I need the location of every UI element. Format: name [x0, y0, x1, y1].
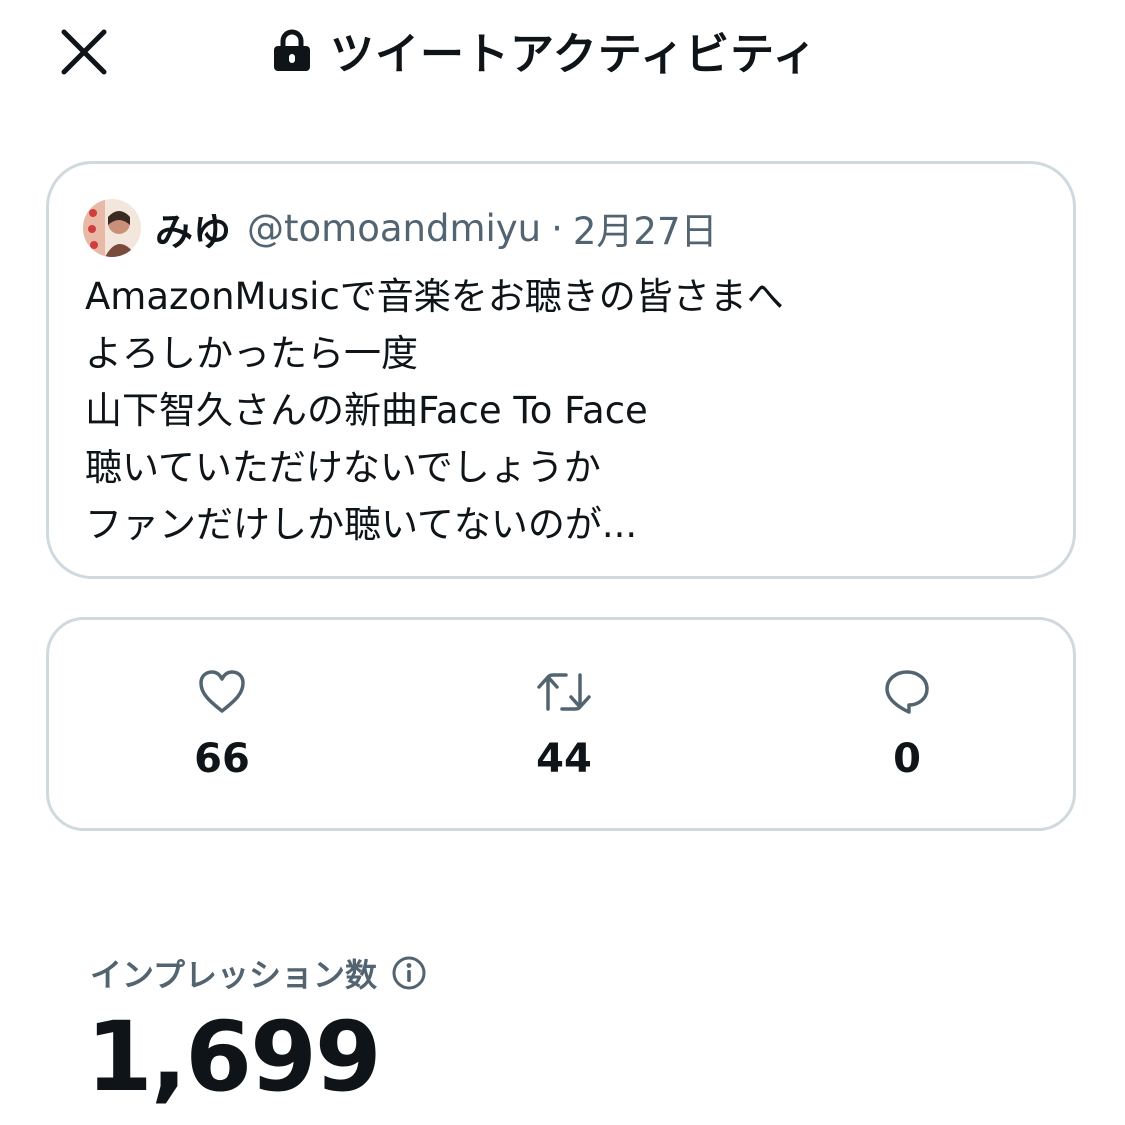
impressions-count: 1,699: [86, 1001, 382, 1113]
header: ツイートアクティビティ: [0, 0, 1125, 110]
retweets-stat[interactable]: 44: [464, 668, 664, 782]
page-title: ツイートアクティビティ: [330, 29, 818, 80]
close-icon: [61, 29, 107, 75]
impressions-label: インプレッション数: [90, 956, 378, 994]
replies-stat[interactable]: 0: [807, 668, 1007, 782]
tweet-card[interactable]: みゆ @tomoandmiyu · 2月27日 AmazonMusicで音楽をお…: [46, 161, 1076, 579]
tweet-line: よろしかったら一度: [85, 332, 418, 375]
close-button[interactable]: [52, 20, 116, 84]
author-handle[interactable]: @tomoandmiyu: [247, 207, 541, 250]
tweet-line: 聴いていただけないでしょうか: [85, 446, 601, 489]
reply-icon: [885, 670, 929, 714]
tweet-header: みゆ @tomoandmiyu · 2月27日: [83, 198, 718, 258]
engagement-stats: 66 44 0: [46, 617, 1076, 831]
heart-icon: [199, 670, 245, 713]
impressions-header: インプレッション数: [90, 950, 427, 996]
retweets-count: 44: [536, 736, 592, 782]
tweet-date: 2月27日: [572, 210, 718, 253]
page-title-group: ツイートアクティビティ: [272, 20, 818, 80]
avatar[interactable]: [83, 199, 141, 257]
replies-count: 0: [893, 736, 921, 782]
tweet-line: 山下智久さんの新曲Face To Face: [85, 389, 648, 432]
author-name[interactable]: みゆ: [155, 201, 231, 256]
likes-stat[interactable]: 66: [122, 668, 322, 782]
separator-dot: ·: [551, 206, 563, 250]
lock-icon: [274, 29, 310, 71]
retweet-icon: [537, 673, 591, 711]
tweet-text: AmazonMusicで音楽をお聴きの皆さまへ よろしかったら一度 山下智久さん…: [85, 268, 1045, 553]
likes-count: 66: [194, 736, 250, 782]
info-icon[interactable]: [391, 955, 427, 991]
tweet-line: AmazonMusicで音楽をお聴きの皆さまへ: [85, 275, 784, 318]
tweet-line: ファンだけしか聴いてないのが...: [85, 503, 638, 546]
